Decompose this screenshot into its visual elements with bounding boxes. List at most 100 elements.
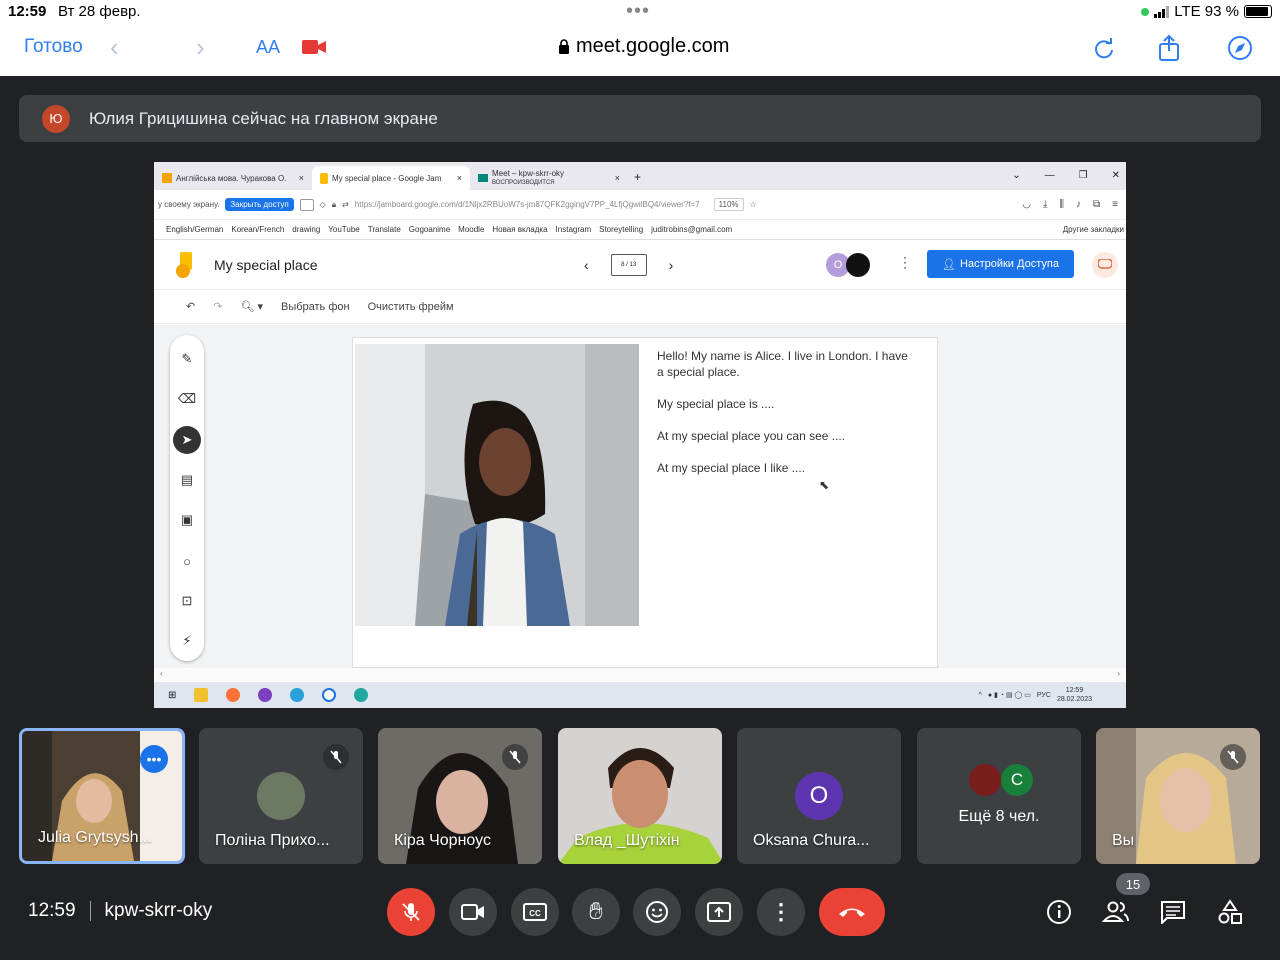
clear-frame-button[interactable]: Очистить фрейм	[368, 301, 454, 313]
download-icon[interactable]: ⤓	[1043, 199, 1047, 210]
extensions-icon[interactable]: ⧉	[1093, 199, 1100, 210]
address-url[interactable]: https://jamboard.google.com/d/1Nljx2RBUo…	[355, 200, 700, 209]
stop-sharing-button[interactable]: Закрыть доступ	[225, 198, 294, 211]
close-tab-icon[interactable]: ×	[457, 173, 462, 183]
bookmark-item[interactable]: drawing	[292, 225, 320, 234]
bookmark-item[interactable]: Instagram	[556, 225, 592, 234]
edge-icon[interactable]	[354, 688, 369, 702]
firefox-icon[interactable]	[226, 688, 241, 702]
frame-counter[interactable]: 8 / 13	[610, 254, 647, 276]
participant-tile[interactable]: ••• Julia Grytsysh...	[19, 728, 185, 864]
library-icon[interactable]: ⫼	[1059, 199, 1064, 210]
activities-button[interactable]	[1216, 898, 1244, 926]
present-button[interactable]	[695, 888, 743, 936]
bookmark-item[interactable]: Translate	[368, 225, 401, 234]
participant-tile[interactable]: O Oksana Chura...	[737, 728, 901, 864]
close-window-icon[interactable]: ✕	[1112, 170, 1120, 181]
more-options-icon[interactable]: ⋮	[898, 254, 912, 271]
mic-toggle-button[interactable]	[387, 888, 435, 936]
reactions-button[interactable]	[633, 888, 681, 936]
shield-icon: ◇	[319, 200, 326, 209]
explorer-icon[interactable]	[194, 688, 209, 702]
text-note[interactable]: Hello! My name is Alice. I live in Londo…	[657, 348, 917, 492]
bookmark-item[interactable]: Korean/French	[231, 225, 284, 234]
camera-toggle-button[interactable]	[449, 888, 497, 936]
set-background-button[interactable]: Выбрать фон	[281, 301, 350, 313]
compass-icon[interactable]	[1226, 34, 1254, 62]
participant-tile[interactable]: Поліна Прихо...	[199, 728, 363, 864]
tray-chevron-icon[interactable]: ^	[979, 692, 982, 699]
meeting-details-button[interactable]	[1045, 898, 1073, 926]
horizontal-scrollbar[interactable]: ‹ ›	[154, 668, 1126, 682]
share-icon[interactable]	[1155, 34, 1183, 62]
student-photo[interactable]	[355, 344, 639, 626]
camera-indicator-icon[interactable]	[302, 40, 326, 54]
windows-start-icon[interactable]: ⊞	[168, 690, 176, 701]
bookmark-item[interactable]: Storeytelling	[599, 225, 643, 234]
bookmark-item[interactable]: English/German	[166, 225, 223, 234]
bookmark-item[interactable]: YouTube	[328, 225, 359, 234]
done-button[interactable]: Готово	[24, 36, 83, 58]
taskbar-clock[interactable]: 12:59 28.02.2023	[1057, 686, 1092, 704]
text-box-icon[interactable]: ⊡	[173, 587, 201, 615]
menu-icon[interactable]: ≡	[1112, 199, 1118, 210]
multitasking-dots-icon[interactable]: •••	[626, 0, 650, 23]
pocket-icon[interactable]: ◡	[1022, 199, 1031, 210]
tab-meet[interactable]: Meet – kpw-skrr-oky ВОСПРОИЗВОДИТСЯ ×	[470, 166, 628, 190]
more-participants-tile[interactable]: C Ещё 8 чел.	[917, 728, 1081, 864]
captions-button[interactable]: CC	[511, 888, 559, 936]
close-tab-icon[interactable]: ×	[615, 173, 620, 183]
more-options-icon[interactable]: •••	[140, 745, 168, 773]
tab-jamboard[interactable]: My special place - Google Jam ×	[312, 166, 470, 190]
pen-icon[interactable]: ✎	[173, 345, 201, 373]
zoom-level[interactable]: 110%	[713, 198, 744, 211]
tab-english[interactable]: Англійська мова. Чуракова О. ×	[154, 166, 312, 190]
new-tab-icon[interactable]: +	[634, 170, 641, 184]
address-bar[interactable]: meet.google.com	[558, 35, 729, 58]
participant-tile[interactable]: Кіра Чорноус	[378, 728, 542, 864]
laser-icon[interactable]: ⚡︎	[173, 627, 201, 655]
speaker-icon[interactable]: ♪	[1076, 199, 1081, 210]
share-settings-button[interactable]: 👤︎ Настройки Доступа	[927, 250, 1074, 278]
tab-list-icon[interactable]: ⌄	[1012, 170, 1020, 181]
undo-icon[interactable]: ↶	[186, 300, 195, 313]
participant-tile[interactable]: Влад _Шутіхін	[558, 728, 722, 864]
bookmark-item[interactable]: Новая вкладка	[492, 225, 547, 234]
select-icon[interactable]: ➤	[173, 426, 201, 454]
text-size-button[interactable]: AA	[256, 37, 280, 58]
prev-frame-icon[interactable]: ‹	[584, 257, 589, 273]
cortana-icon[interactable]	[322, 688, 337, 702]
sticky-note-icon[interactable]: ▤	[173, 466, 201, 494]
image-icon[interactable]: ▣	[173, 506, 201, 534]
forward-icon[interactable]: ›	[196, 32, 205, 63]
app-icon[interactable]	[258, 688, 273, 702]
jam-title[interactable]: My special place	[214, 257, 318, 273]
zoom-icon[interactable]: 🔍︎ ▾	[240, 300, 263, 313]
jam-frame[interactable]: Hello! My name is Alice. I live in Londo…	[352, 337, 938, 668]
comment-icon[interactable]	[1092, 252, 1118, 278]
hide-icon[interactable]	[299, 198, 314, 211]
redo-icon[interactable]: ↷	[213, 300, 222, 313]
telegram-icon[interactable]	[290, 688, 305, 702]
star-icon[interactable]: ☆	[750, 200, 757, 209]
next-frame-icon[interactable]: ›	[669, 257, 674, 273]
bookmark-item[interactable]: Gogoanime	[409, 225, 450, 234]
bookmark-item[interactable]: Moodle	[458, 225, 484, 234]
chat-button[interactable]	[1159, 898, 1187, 926]
jam-canvas[interactable]: ✎ ⌫ ➤ ▤ ▣ ○ ⊡ ⚡︎ Hello! My name is Alice…	[154, 325, 1126, 668]
minimize-icon[interactable]: —	[1045, 170, 1055, 181]
circle-icon[interactable]: ○	[173, 547, 201, 575]
eraser-icon[interactable]: ⌫	[173, 385, 201, 413]
close-tab-icon[interactable]: ×	[299, 173, 304, 183]
restore-icon[interactable]: ❐	[1079, 170, 1088, 181]
more-options-button[interactable]: ⋮	[757, 888, 805, 936]
other-bookmarks[interactable]: Другие закладки	[1063, 225, 1124, 234]
leave-call-button[interactable]	[819, 888, 885, 936]
participants-button[interactable]	[1102, 898, 1130, 926]
bookmark-item[interactable]: juditrobins@gmail.com	[651, 225, 732, 234]
self-tile[interactable]: Вы	[1096, 728, 1260, 864]
back-icon[interactable]: ‹	[110, 32, 119, 63]
language-indicator[interactable]: РУС	[1037, 692, 1051, 699]
raise-hand-button[interactable]: ✋︎	[572, 888, 620, 936]
reload-icon[interactable]	[1090, 34, 1118, 62]
